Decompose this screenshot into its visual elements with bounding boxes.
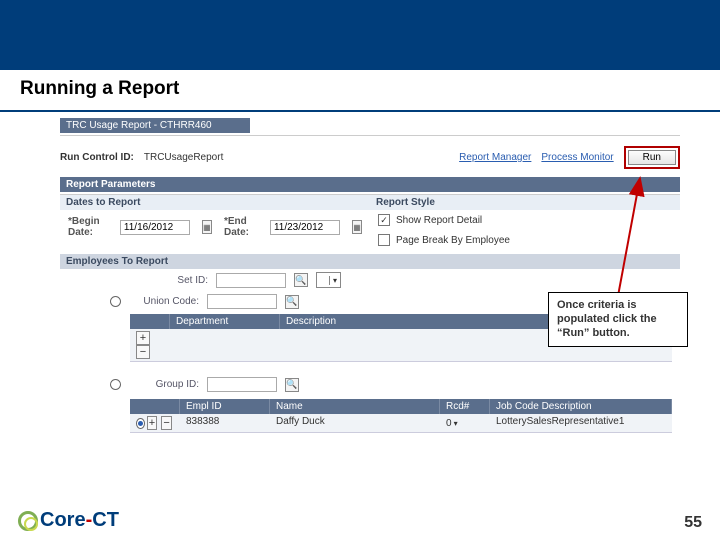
union-radio[interactable]: [110, 296, 121, 307]
empl-grid-header: Empl ID Name Rcd# Job Code Description: [130, 399, 672, 414]
group-input[interactable]: [207, 377, 277, 392]
begin-date-label: *Begin Date:: [68, 216, 108, 238]
divider: [60, 135, 680, 136]
chevron-down-icon[interactable]: ▾: [454, 419, 458, 428]
add-row-button[interactable]: +: [147, 416, 158, 430]
lookup-icon[interactable]: 🔍: [285, 295, 299, 309]
emplid-cell: 838388: [180, 414, 270, 432]
employees-header: Employees To Report: [60, 254, 680, 269]
end-date-label: *End Date:: [224, 216, 258, 238]
row-radio[interactable]: [136, 418, 145, 429]
header-band: [0, 0, 720, 70]
run-button[interactable]: Run: [628, 150, 676, 165]
page-break-checkbox[interactable]: [378, 234, 390, 246]
jobcode-cell: LotterySalesRepresentative1: [490, 414, 672, 432]
union-input[interactable]: [207, 294, 277, 309]
chevron-down-icon[interactable]: ▾: [329, 276, 340, 285]
slide-title: Running a Report: [0, 70, 720, 112]
run-control-row: Run Control ID: TRCUsageReport Report Ma…: [60, 146, 680, 169]
run-control-value: TRCUsageReport: [144, 152, 223, 163]
report-parameters-header: Report Parameters: [60, 177, 680, 192]
name-col: Name: [270, 399, 440, 414]
page-breadcrumb: TRC Usage Report - CTHRR460: [60, 118, 250, 133]
lookup-icon[interactable]: 🔍: [294, 273, 308, 287]
remove-row-button[interactable]: −: [161, 416, 172, 430]
setid-dropdown[interactable]: ▾: [316, 272, 341, 288]
group-label: Group ID:: [129, 379, 199, 390]
remove-row-button[interactable]: −: [136, 345, 150, 359]
jobcode-col: Job Code Description: [490, 399, 672, 414]
rcd-col: Rcd#: [440, 399, 490, 414]
report-app: TRC Usage Report - CTHRR460 Run Control …: [0, 112, 720, 435]
show-detail-label: Show Report Detail: [396, 215, 482, 226]
name-cell: Daffy Duck: [270, 414, 440, 432]
lookup-icon[interactable]: 🔍: [285, 378, 299, 392]
calendar-icon[interactable]: ▦: [202, 220, 212, 234]
setid-input[interactable]: [216, 273, 286, 288]
add-row-button[interactable]: +: [136, 331, 150, 345]
process-monitor-link[interactable]: Process Monitor: [541, 152, 613, 163]
calendar-icon[interactable]: ▦: [352, 220, 362, 234]
page-number: 55: [684, 514, 702, 532]
dept-col: Department: [170, 314, 280, 329]
dates-fields: *Begin Date: ▦ *End Date: ▦: [60, 210, 370, 244]
report-style-header: Report Style: [370, 194, 680, 210]
instruction-callout: Once criteria is populated click the “Ru…: [548, 292, 688, 347]
begin-date-input[interactable]: [120, 220, 190, 235]
emplid-col: Empl ID: [180, 399, 270, 414]
show-detail-checkbox[interactable]: ✓: [378, 214, 390, 226]
group-radio[interactable]: [110, 379, 121, 390]
core-ct-logo: Core-CT: [18, 509, 119, 532]
setid-label: Set ID:: [138, 275, 208, 286]
union-label: Union Code:: [129, 296, 199, 307]
run-button-highlight: Run: [624, 146, 680, 169]
run-control-label: Run Control ID:: [60, 152, 134, 163]
page-break-label: Page Break By Employee: [396, 235, 510, 246]
logo-ring-icon: [18, 511, 38, 531]
report-manager-link[interactable]: Report Manager: [459, 152, 531, 163]
empl-grid-row: +− 838388 Daffy Duck 0 ▾ LotterySalesRep…: [130, 414, 672, 433]
rcd-cell: 0: [446, 418, 452, 429]
end-date-input[interactable]: [270, 220, 340, 235]
dates-header: Dates to Report: [60, 194, 370, 210]
